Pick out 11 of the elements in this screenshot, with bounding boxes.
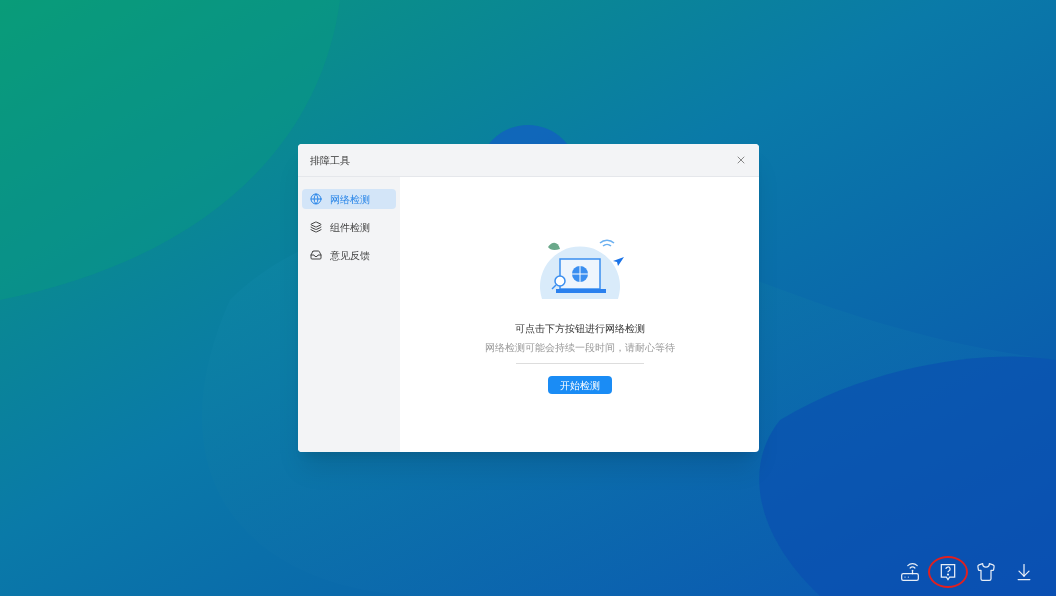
dialog-title: 排障工具 <box>310 153 350 168</box>
globe-icon <box>310 193 322 205</box>
help-icon[interactable] <box>938 562 958 582</box>
sidebar-item[interactable]: 意见反馈 <box>302 245 396 265</box>
instruction-text: 可点击下方按钮进行网络检测 <box>514 322 645 336</box>
sidebar-item[interactable]: 组件检测 <box>302 217 396 237</box>
router-icon[interactable] <box>900 562 920 582</box>
inbox-icon <box>310 249 322 261</box>
shirt-icon[interactable] <box>976 562 996 582</box>
close-icon[interactable] <box>735 154 747 166</box>
layers-icon <box>310 221 322 233</box>
